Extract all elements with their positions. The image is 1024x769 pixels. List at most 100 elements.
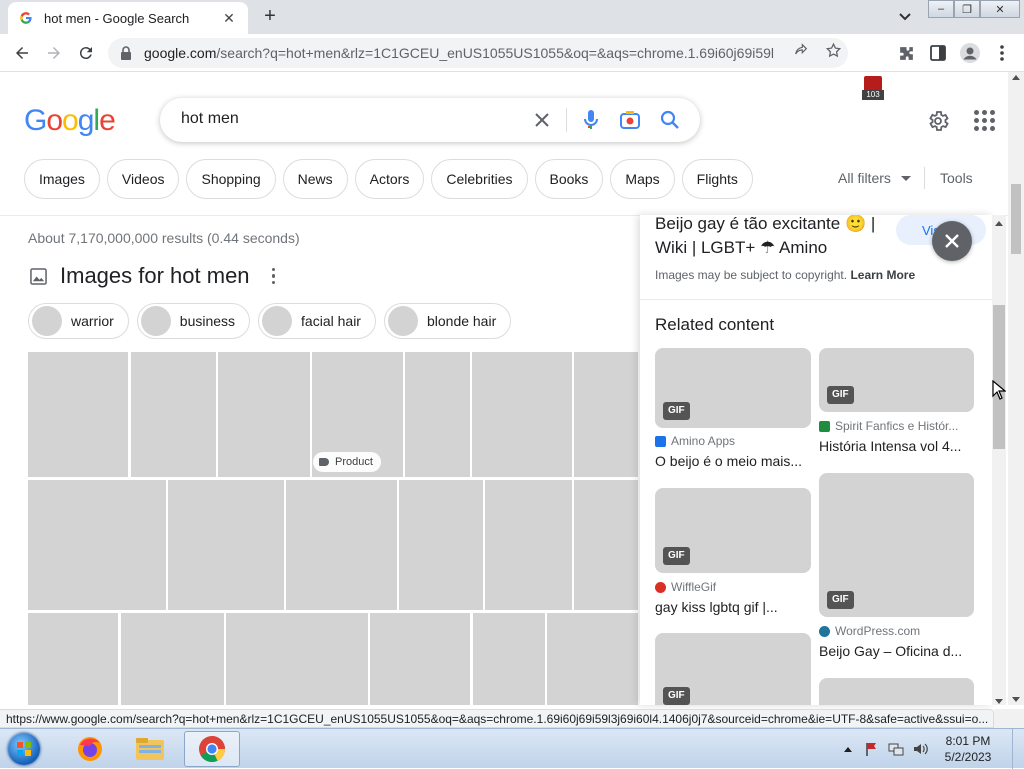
share-icon[interactable]	[792, 41, 810, 59]
tab-google-search[interactable]: hot men - Google Search ✕	[8, 2, 248, 34]
refine-chip-blonde-hair[interactable]: blonde hair	[383, 303, 512, 339]
image-result-thumbnail[interactable]	[28, 352, 128, 477]
taskbar-clock[interactable]: 8:01 PM 5/2/2023	[938, 733, 998, 765]
browser-menu-icon[interactable]	[992, 43, 1012, 63]
google-logo[interactable]: Google	[24, 104, 116, 138]
maximize-button[interactable]: ❐	[954, 0, 980, 18]
chip-flights[interactable]: Flights	[681, 159, 753, 199]
side-panel-icon[interactable]	[928, 43, 948, 63]
image-result-thumbnail[interactable]	[218, 352, 310, 477]
chip-books[interactable]: Books	[534, 159, 604, 199]
image-result-thumbnail[interactable]	[131, 352, 216, 477]
address-bar[interactable]: google.com/search?q=hot+men&rlz=1C1GCEU_…	[108, 38, 848, 68]
images-section-title[interactable]: Images for hot men	[60, 263, 250, 289]
related-source[interactable]: WiffleGif	[655, 580, 716, 594]
new-tab-button[interactable]: +	[258, 6, 282, 28]
image-result-thumbnail[interactable]	[168, 480, 284, 610]
search-box[interactable]: hot men	[160, 98, 700, 142]
related-image[interactable]: GIF	[655, 633, 811, 705]
image-result-thumbnail[interactable]	[485, 480, 572, 610]
search-input[interactable]: hot men	[181, 110, 239, 128]
close-window-button[interactable]: ✕	[980, 0, 1020, 18]
chip-celebrities[interactable]: Celebrities	[431, 159, 528, 199]
scroll-up-arrow-icon[interactable]	[995, 221, 1003, 226]
image-result-thumbnail[interactable]	[286, 480, 397, 610]
related-source[interactable]: Spirit Fanfics e Histór...	[819, 419, 958, 433]
file-explorer-taskbar-button[interactable]	[122, 731, 178, 767]
image-result-thumbnail[interactable]	[28, 613, 118, 705]
google-apps-grid-icon[interactable]	[972, 108, 996, 132]
extensions-puzzle-icon[interactable]	[896, 43, 916, 63]
related-image[interactable]: GIF	[819, 348, 974, 412]
image-result-thumbnail[interactable]	[547, 613, 638, 705]
scroll-down-arrow-icon[interactable]	[995, 699, 1003, 704]
refine-chip-warrior[interactable]: warrior	[28, 303, 129, 339]
page-scrollbar[interactable]	[1008, 72, 1024, 705]
show-hidden-icons-icon[interactable]	[840, 741, 856, 757]
panel-scrollbar[interactable]	[992, 215, 1006, 705]
voice-search-icon[interactable]	[579, 108, 603, 132]
related-image[interactable]	[819, 678, 974, 705]
camera-lens-icon[interactable]	[618, 108, 642, 132]
back-button[interactable]	[10, 41, 34, 65]
preview-title[interactable]: Beijo gay é tão excitante 🙂 | Wiki | LGB…	[655, 215, 895, 260]
minimize-button[interactable]: ‒	[928, 0, 954, 18]
image-result-thumbnail[interactable]	[399, 480, 483, 610]
image-result-thumbnail[interactable]	[472, 352, 572, 477]
related-title[interactable]: gay kiss lgbtq gif |...	[655, 599, 778, 615]
image-result-thumbnail[interactable]	[574, 480, 638, 610]
chip-maps[interactable]: Maps	[610, 159, 675, 199]
profile-avatar-icon[interactable]	[960, 43, 980, 63]
close-preview-button[interactable]	[932, 221, 972, 261]
image-result-thumbnail[interactable]	[370, 613, 470, 705]
more-options-icon[interactable]	[264, 266, 284, 286]
reload-button[interactable]	[74, 41, 98, 65]
tools-button[interactable]: Tools	[940, 170, 973, 186]
action-center-flag-icon[interactable]	[864, 741, 880, 757]
image-result-thumbnail[interactable]	[473, 613, 545, 705]
chip-videos[interactable]: Videos	[106, 159, 180, 199]
chrome-taskbar-button[interactable]	[184, 731, 240, 767]
forward-button[interactable]	[42, 41, 66, 65]
related-title[interactable]: Beijo Gay – Oficina d...	[819, 643, 962, 659]
panel-scroll-thumb[interactable]	[993, 305, 1005, 449]
calendar-extension-icon[interactable]: 103	[862, 76, 884, 100]
related-image[interactable]: GIF	[819, 473, 974, 617]
scroll-up-arrow-icon[interactable]	[1012, 75, 1020, 80]
all-filters-button[interactable]: All filters	[838, 170, 911, 186]
tab-close-icon[interactable]: ✕	[220, 9, 238, 27]
lock-icon[interactable]	[120, 46, 134, 60]
start-button[interactable]	[4, 731, 44, 767]
chip-shopping[interactable]: Shopping	[186, 159, 276, 199]
chip-news[interactable]: News	[282, 159, 348, 199]
image-result-thumbnail[interactable]	[226, 613, 368, 705]
page-scroll-thumb[interactable]	[1011, 184, 1021, 254]
image-result-thumbnail[interactable]	[405, 352, 470, 477]
settings-gear-icon[interactable]	[925, 108, 951, 134]
firefox-taskbar-button[interactable]	[62, 731, 118, 767]
tab-search-chevron-icon[interactable]	[896, 8, 914, 26]
learn-more-link[interactable]: Learn More	[850, 268, 915, 282]
related-title[interactable]: História Intensa vol 4...	[819, 438, 961, 454]
network-icon[interactable]	[888, 741, 904, 757]
chip-images[interactable]: Images	[24, 159, 100, 199]
image-result-thumbnail[interactable]	[121, 613, 224, 705]
clear-search-icon[interactable]	[530, 108, 554, 132]
bookmark-star-icon[interactable]	[824, 41, 842, 59]
caret-down-icon	[900, 175, 911, 181]
related-source[interactable]: WordPress.com	[819, 624, 920, 638]
related-source[interactable]: Amino Apps	[655, 434, 735, 448]
image-result-thumbnail[interactable]	[28, 480, 166, 610]
refine-chip-business[interactable]: business	[136, 303, 251, 339]
show-desktop-button[interactable]	[1012, 729, 1024, 769]
related-image[interactable]: GIF	[655, 488, 811, 573]
image-result-thumbnail[interactable]	[574, 352, 638, 477]
refine-chip-facial-hair[interactable]: facial hair	[258, 303, 376, 339]
chip-actors[interactable]: Actors	[354, 159, 425, 199]
search-filter-chips: Images Videos Shopping News Actors Celebritie…	[24, 159, 753, 199]
related-image[interactable]: GIF	[655, 348, 811, 428]
search-icon[interactable]	[658, 108, 682, 132]
volume-icon[interactable]	[912, 741, 928, 757]
related-title[interactable]: O beijo é o meio mais...	[655, 453, 802, 469]
scroll-down-arrow-icon[interactable]	[1012, 697, 1020, 702]
